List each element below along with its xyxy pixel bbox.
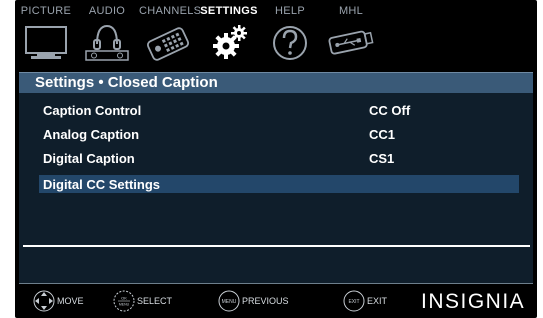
menu-panel: Caption Control CC Off Analog Caption CC…	[19, 93, 533, 284]
menu-item-label: Digital Caption	[43, 151, 135, 166]
divider	[23, 245, 530, 247]
help-previous: MENU PREVIOUS	[218, 290, 289, 312]
dpad-icon	[33, 290, 55, 312]
help-move-label: MOVE	[57, 296, 84, 306]
usb-device-icon	[328, 30, 374, 55]
menu-item-label: Digital CC Settings	[43, 177, 161, 192]
menu-item-value: CS1	[369, 151, 395, 166]
gears-icon	[213, 25, 247, 59]
tab-help[interactable]: HELP	[261, 0, 319, 72]
ok-button-icon: OK MENU	[113, 290, 135, 312]
question-mark-icon	[273, 26, 307, 60]
help-exit: EXIT EXIT	[343, 290, 387, 312]
tab-label: SETTINGS	[200, 5, 258, 17]
menu-button-text: MENU	[222, 299, 237, 305]
tab-mhl[interactable]: MHL	[322, 0, 380, 72]
menu-item-label: Analog Caption	[43, 127, 140, 142]
menu-tabs: PICTURE AUDIO CHANNELS SETTINGS HELP MHL	[15, 0, 537, 72]
tab-audio[interactable]: AUDIO	[78, 0, 136, 72]
help-select: OK MENU SELECT	[113, 290, 172, 312]
menu-item-digital-cc-settings[interactable]: Digital CC Settings	[39, 175, 519, 193]
tab-picture[interactable]: PICTURE	[17, 0, 75, 72]
tab-label: AUDIO	[88, 5, 126, 17]
menu-item-value: CC Off	[369, 103, 411, 118]
exit-button-icon: EXIT	[343, 290, 365, 312]
brand-logo: INSIGNIA	[421, 290, 526, 313]
tv-icon	[25, 26, 67, 59]
help-move: MOVE	[33, 290, 84, 312]
menu-item-caption-control[interactable]: Caption Control CC Off	[39, 101, 519, 119]
tv-screen: PICTURE AUDIO CHANNELS SETTINGS HELP MHL…	[15, 0, 537, 318]
tab-label: MHL	[338, 5, 364, 17]
tab-channels[interactable]: CHANNELS	[139, 0, 202, 72]
tab-label: HELP	[275, 5, 305, 17]
menu-icon-text: MENU	[119, 303, 130, 307]
menu-item-label: Caption Control	[43, 103, 142, 118]
help-exit-label: EXIT	[367, 296, 388, 306]
help-select-label: SELECT	[137, 296, 173, 306]
tab-label: CHANNELS	[139, 5, 202, 17]
exit-button-text: EXIT	[348, 299, 359, 305]
page-title: Settings • Closed Caption	[35, 74, 218, 91]
help-bar: MOVE OK MENU SELECT MENU PREVIOUS EXIT E…	[15, 284, 537, 318]
headphones-speaker-icon	[85, 24, 129, 61]
menu-item-analog-caption[interactable]: Analog Caption CC1	[39, 125, 519, 143]
ok-icon-text: OK	[121, 296, 127, 301]
remote-control-icon	[146, 27, 190, 61]
help-previous-label: PREVIOUS	[242, 296, 289, 306]
page-title-bar: Settings • Closed Caption	[19, 72, 533, 93]
menu-item-digital-caption[interactable]: Digital Caption CS1	[39, 149, 519, 167]
menu-item-value: CC1	[369, 127, 396, 142]
tab-settings[interactable]: SETTINGS	[200, 0, 258, 72]
tab-label: PICTURE	[20, 5, 72, 17]
menu-button-icon: MENU	[218, 290, 240, 312]
